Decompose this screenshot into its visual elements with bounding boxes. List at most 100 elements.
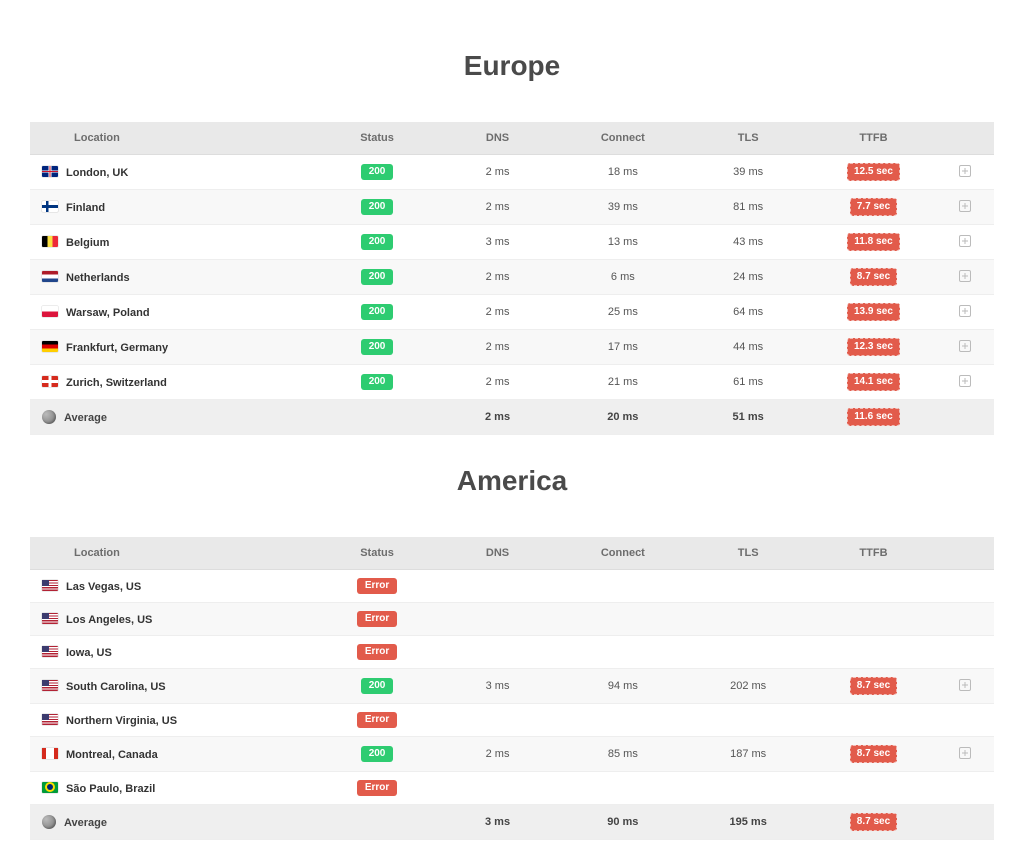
average-connect-cell: 20 ms (560, 400, 685, 435)
ch-flag-icon (42, 376, 58, 387)
ttfb-badge: 8.7 sec (850, 813, 897, 831)
location-cell: Northern Virginia, US (30, 704, 319, 737)
expand-icon[interactable] (959, 305, 971, 317)
table-row: Zurich, Switzerland2002 ms21 ms61 ms14.1… (30, 365, 994, 400)
ttfb-cell: 8.7 sec (811, 669, 936, 704)
average-expand-cell (936, 805, 994, 840)
tls-cell: 202 ms (686, 669, 811, 704)
table-row: Netherlands2002 ms6 ms24 ms8.7 sec (30, 260, 994, 295)
expand-cell (936, 603, 994, 636)
expand-icon[interactable] (959, 200, 971, 212)
expand-cell (936, 669, 994, 704)
ttfb-cell: 8.7 sec (811, 737, 936, 772)
expand-cell (936, 365, 994, 400)
average-tls-cell: 195 ms (686, 805, 811, 840)
location-cell: Finland (30, 190, 319, 225)
tls-cell (686, 704, 811, 737)
ttfb-cell (811, 772, 936, 805)
col-header-expand (936, 537, 994, 570)
ttfb-cell: 12.3 sec (811, 330, 936, 365)
dns-cell: 2 ms (435, 155, 560, 190)
expand-cell (936, 570, 994, 603)
status-badge-error: Error (357, 644, 397, 660)
location-cell: Montreal, Canada (30, 737, 319, 772)
expand-icon[interactable] (959, 679, 971, 691)
expand-cell (936, 295, 994, 330)
col-header-status: Status (319, 537, 435, 570)
connect-cell (560, 603, 685, 636)
col-header-status: Status (319, 122, 435, 155)
status-cell: Error (319, 570, 435, 603)
expand-icon[interactable] (959, 747, 971, 759)
table-row: Warsaw, Poland2002 ms25 ms64 ms13.9 sec (30, 295, 994, 330)
ttfb-cell (811, 636, 936, 669)
col-header-ttfb: TTFB (811, 122, 936, 155)
average-status-cell (319, 400, 435, 435)
expand-icon[interactable] (959, 270, 971, 282)
average-dns-cell: 3 ms (435, 805, 560, 840)
col-header-location: Location (30, 537, 319, 570)
ttfb-cell (811, 570, 936, 603)
expand-icon[interactable] (959, 235, 971, 247)
dns-cell (435, 772, 560, 805)
tls-cell: 44 ms (686, 330, 811, 365)
ttfb-cell: 8.7 sec (811, 260, 936, 295)
us-flag-icon (42, 580, 58, 591)
status-badge-ok: 200 (361, 234, 394, 250)
location-label: Iowa, US (66, 647, 112, 659)
us-flag-icon (42, 646, 58, 657)
expand-cell (936, 772, 994, 805)
status-badge-ok: 200 (361, 304, 394, 320)
expand-icon[interactable] (959, 340, 971, 352)
dns-cell: 2 ms (435, 190, 560, 225)
dns-cell: 2 ms (435, 260, 560, 295)
table-row: Las Vegas, US Error (30, 570, 994, 603)
status-cell: 200 (319, 295, 435, 330)
table-row: Los Angeles, USError (30, 603, 994, 636)
table-row: South Carolina, US2003 ms94 ms202 ms8.7 … (30, 669, 994, 704)
status-cell: 200 (319, 225, 435, 260)
col-header-dns: DNS (435, 122, 560, 155)
connect-cell: 94 ms (560, 669, 685, 704)
table-row: Belgium2003 ms13 ms43 ms11.8 sec (30, 225, 994, 260)
col-header-location: Location (30, 122, 319, 155)
globe-icon (42, 815, 56, 829)
expand-icon[interactable] (959, 375, 971, 387)
latency-table: LocationStatusDNSConnectTLSTTFBLas Vegas… (30, 537, 994, 840)
dns-cell (435, 636, 560, 669)
expand-cell (936, 636, 994, 669)
connect-cell: 21 ms (560, 365, 685, 400)
be-flag-icon (42, 236, 58, 247)
tls-cell (686, 772, 811, 805)
tls-cell (686, 603, 811, 636)
table-row: São Paulo, BrazilError (30, 772, 994, 805)
col-header-dns: DNS (435, 537, 560, 570)
expand-cell (936, 704, 994, 737)
col-header-ttfb: TTFB (811, 537, 936, 570)
dns-cell (435, 603, 560, 636)
location-label: South Carolina, US (66, 681, 166, 693)
dns-cell: 2 ms (435, 737, 560, 772)
us-flag-icon (42, 613, 58, 624)
ttfb-cell: 12.5 sec (811, 155, 936, 190)
ttfb-badge: 13.9 sec (847, 303, 900, 321)
status-badge-ok: 200 (361, 339, 394, 355)
status-cell: Error (319, 772, 435, 805)
connect-cell (560, 570, 685, 603)
status-cell: 200 (319, 260, 435, 295)
ttfb-cell: 14.1 sec (811, 365, 936, 400)
status-badge-error: Error (357, 780, 397, 796)
connect-cell: 6 ms (560, 260, 685, 295)
dns-cell: 2 ms (435, 295, 560, 330)
latency-table: LocationStatusDNSConnectTLSTTFBLondon, U… (30, 122, 994, 435)
location-label: Northern Virginia, US (66, 715, 177, 727)
average-ttfb-cell: 8.7 sec (811, 805, 936, 840)
location-label: Frankfurt, Germany (66, 342, 168, 354)
ca-flag-icon (42, 748, 58, 759)
location-cell: London, UK (30, 155, 319, 190)
table-row: Frankfurt, Germany2002 ms17 ms44 ms12.3 … (30, 330, 994, 365)
average-label: Average (64, 412, 107, 424)
col-header-tls: TLS (686, 537, 811, 570)
location-label: Las Vegas, US (66, 581, 141, 593)
expand-icon[interactable] (959, 165, 971, 177)
